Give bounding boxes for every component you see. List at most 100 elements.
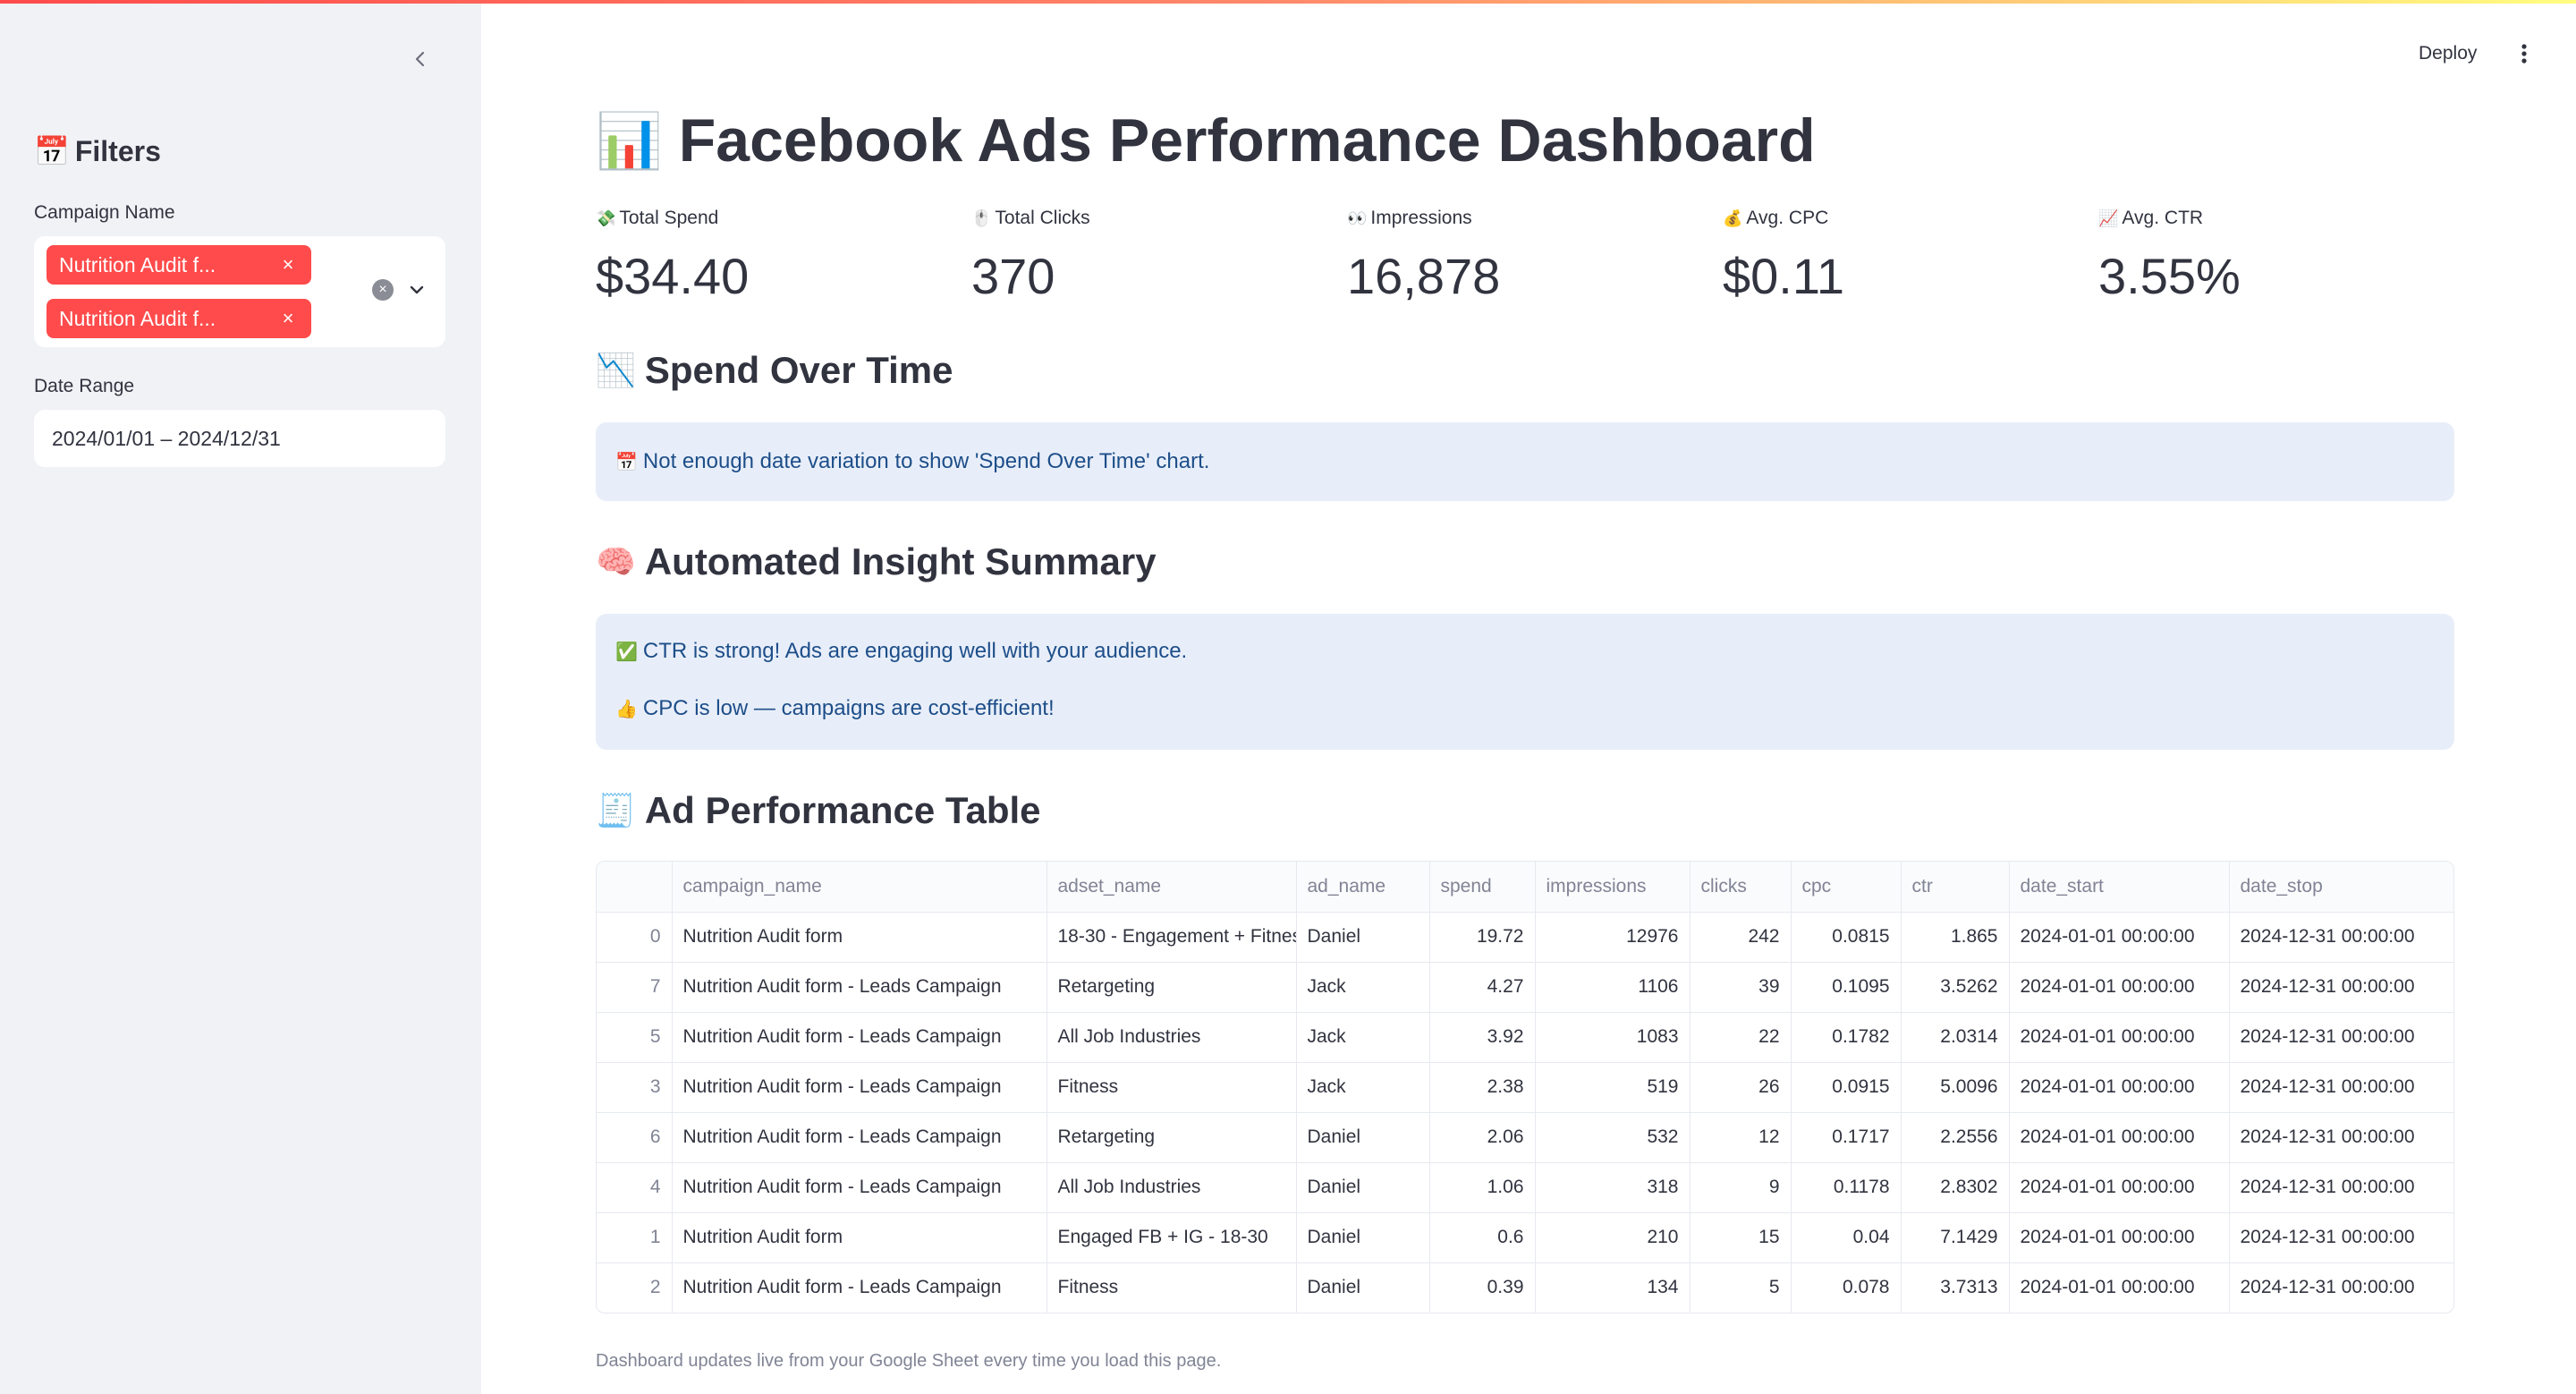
table-cell[interactable]: 0.04 <box>1791 1212 1902 1263</box>
row-index[interactable]: 6 <box>597 1112 673 1163</box>
table-cell[interactable]: 2024-01-01 00:00:00 <box>2009 1012 2230 1063</box>
table-cell[interactable]: Retargeting <box>1046 962 1297 1013</box>
table-cell[interactable]: 4.27 <box>1429 962 1536 1013</box>
table-cell[interactable]: Daniel <box>1296 1162 1430 1213</box>
table-cell[interactable]: 1.06 <box>1429 1162 1536 1213</box>
table-row[interactable]: 3 Nutrition Audit form - Leads Campaign Fi… <box>597 1062 2453 1113</box>
table-cell[interactable]: All Job Industries <box>1046 1012 1297 1063</box>
table-cell[interactable]: Nutrition Audit form <box>672 912 1047 963</box>
ad-performance-table[interactable]: campaign_name adset_name ad_name spend impre… <box>596 861 2454 1313</box>
table-cell[interactable]: 0.0815 <box>1791 912 1902 963</box>
column-header[interactable]: clicks <box>1690 862 1792 913</box>
remove-tag-icon[interactable]: × <box>277 307 299 330</box>
table-cell[interactable]: 2.0314 <box>1901 1012 2010 1063</box>
table-cell[interactable]: Daniel <box>1296 1212 1430 1263</box>
table-cell[interactable]: 210 <box>1535 1212 1690 1263</box>
table-cell[interactable]: 0.0915 <box>1791 1062 1902 1113</box>
table-cell[interactable]: 2024-01-01 00:00:00 <box>2009 1112 2230 1163</box>
table-cell[interactable]: Daniel <box>1296 1262 1430 1313</box>
table-row[interactable]: 4 Nutrition Audit form - Leads Campaign Al… <box>597 1162 2453 1213</box>
table-cell[interactable]: 2024-01-01 00:00:00 <box>2009 962 2230 1013</box>
campaign-multiselect[interactable]: Nutrition Audit f... × Nutrition Audit f… <box>34 236 445 347</box>
table-cell[interactable]: 134 <box>1535 1262 1690 1313</box>
clear-all-icon[interactable]: × <box>372 279 394 301</box>
table-cell[interactable]: 2.06 <box>1429 1112 1536 1163</box>
table-cell[interactable]: 2.2556 <box>1901 1112 2010 1163</box>
table-cell[interactable]: 0.1717 <box>1791 1112 1902 1163</box>
collapse-sidebar-button[interactable] <box>402 41 438 77</box>
table-cell[interactable]: 2024-01-01 00:00:00 <box>2009 1062 2230 1113</box>
table-cell[interactable]: 26 <box>1690 1062 1792 1113</box>
table-cell[interactable]: Retargeting <box>1046 1112 1297 1163</box>
table-cell[interactable]: 0.39 <box>1429 1262 1536 1313</box>
column-header[interactable]: ctr <box>1901 862 2010 913</box>
table-cell[interactable]: 2024-12-31 00:00:00 <box>2229 912 2453 963</box>
table-cell[interactable]: 0.1782 <box>1791 1012 1902 1063</box>
column-header[interactable]: date_start <box>2009 862 2230 913</box>
table-cell[interactable]: Nutrition Audit form - Leads Campaign <box>672 1262 1047 1313</box>
column-header[interactable]: spend <box>1429 862 1536 913</box>
table-cell[interactable]: 3.92 <box>1429 1012 1536 1063</box>
row-index[interactable]: 3 <box>597 1062 673 1113</box>
table-cell[interactable]: 2024-01-01 00:00:00 <box>2009 1262 2230 1313</box>
row-index[interactable]: 0 <box>597 912 673 963</box>
table-cell[interactable]: 2024-12-31 00:00:00 <box>2229 1112 2453 1163</box>
table-cell[interactable]: 39 <box>1690 962 1792 1013</box>
chevron-down-icon[interactable] <box>404 277 429 302</box>
table-cell[interactable]: 318 <box>1535 1162 1690 1213</box>
table-cell[interactable]: 19.72 <box>1429 912 1536 963</box>
table-cell[interactable]: 2.38 <box>1429 1062 1536 1113</box>
table-cell[interactable]: 532 <box>1535 1112 1690 1163</box>
table-cell[interactable]: 242 <box>1690 912 1792 963</box>
table-cell[interactable]: Nutrition Audit form - Leads Campaign <box>672 1012 1047 1063</box>
table-cell[interactable]: Engaged FB + IG - 18-30 <box>1046 1212 1297 1263</box>
table-row[interactable]: 6 Nutrition Audit form - Leads Campaign Re… <box>597 1112 2453 1163</box>
table-cell[interactable]: 0.6 <box>1429 1212 1536 1263</box>
table-cell[interactable]: 2024-12-31 00:00:00 <box>2229 962 2453 1013</box>
column-header[interactable]: date_stop <box>2229 862 2453 913</box>
column-header[interactable]: impressions <box>1535 862 1690 913</box>
table-cell[interactable]: 5.0096 <box>1901 1062 2010 1113</box>
table-cell[interactable]: 0.078 <box>1791 1262 1902 1313</box>
table-cell[interactable]: 0.1095 <box>1791 962 1902 1013</box>
table-cell[interactable]: 0.1178 <box>1791 1162 1902 1213</box>
column-header[interactable]: cpc <box>1791 862 1902 913</box>
table-cell[interactable]: 1083 <box>1535 1012 1690 1063</box>
table-cell[interactable]: Nutrition Audit form - Leads Campaign <box>672 1162 1047 1213</box>
table-cell[interactable]: 5 <box>1690 1262 1792 1313</box>
table-cell[interactable]: Daniel <box>1296 1112 1430 1163</box>
table-cell[interactable]: Jack <box>1296 1062 1430 1113</box>
table-cell[interactable]: 2024-12-31 00:00:00 <box>2229 1162 2453 1213</box>
table-cell[interactable]: 7.1429 <box>1901 1212 2010 1263</box>
column-header[interactable]: campaign_name <box>672 862 1047 913</box>
row-index[interactable]: 1 <box>597 1212 673 1263</box>
row-index[interactable]: 7 <box>597 962 673 1013</box>
table-row[interactable]: 0 Nutrition Audit form 18-30 - Engagement … <box>597 912 2453 963</box>
table-cell[interactable]: 3.5262 <box>1901 962 2010 1013</box>
table-cell[interactable]: 2024-12-31 00:00:00 <box>2229 1262 2453 1313</box>
table-cell[interactable]: 519 <box>1535 1062 1690 1113</box>
table-row[interactable]: 2 Nutrition Audit form - Leads Campaign Fi… <box>597 1262 2453 1313</box>
table-cell[interactable]: 3.7313 <box>1901 1262 2010 1313</box>
table-cell[interactable]: 9 <box>1690 1162 1792 1213</box>
remove-tag-icon[interactable]: × <box>277 253 299 276</box>
table-cell[interactable]: Nutrition Audit form - Leads Campaign <box>672 1112 1047 1163</box>
row-index[interactable]: 2 <box>597 1262 673 1313</box>
table-row[interactable]: 1 Nutrition Audit form Engaged FB + IG - 1… <box>597 1212 2453 1263</box>
table-cell[interactable]: Fitness <box>1046 1062 1297 1113</box>
table-row[interactable]: 7 Nutrition Audit form - Leads Campaign Re… <box>597 962 2453 1013</box>
table-cell[interactable]: Jack <box>1296 962 1430 1013</box>
table-row[interactable]: 5 Nutrition Audit form - Leads Campaign Al… <box>597 1012 2453 1063</box>
table-cell[interactable]: 2.8302 <box>1901 1162 2010 1213</box>
table-cell[interactable]: 12 <box>1690 1112 1792 1163</box>
column-header[interactable]: ad_name <box>1296 862 1430 913</box>
table-cell[interactable]: 2024-12-31 00:00:00 <box>2229 1212 2453 1263</box>
table-cell[interactable]: Nutrition Audit form - Leads Campaign <box>672 1062 1047 1113</box>
table-cell[interactable]: 2024-12-31 00:00:00 <box>2229 1012 2453 1063</box>
column-header[interactable]: adset_name <box>1046 862 1297 913</box>
table-cell[interactable]: 2024-01-01 00:00:00 <box>2009 1162 2230 1213</box>
table-cell[interactable]: Nutrition Audit form <box>672 1212 1047 1263</box>
column-header[interactable] <box>597 862 673 913</box>
table-cell[interactable]: Nutrition Audit form - Leads Campaign <box>672 962 1047 1013</box>
table-cell[interactable]: 2024-12-31 00:00:00 <box>2229 1062 2453 1113</box>
